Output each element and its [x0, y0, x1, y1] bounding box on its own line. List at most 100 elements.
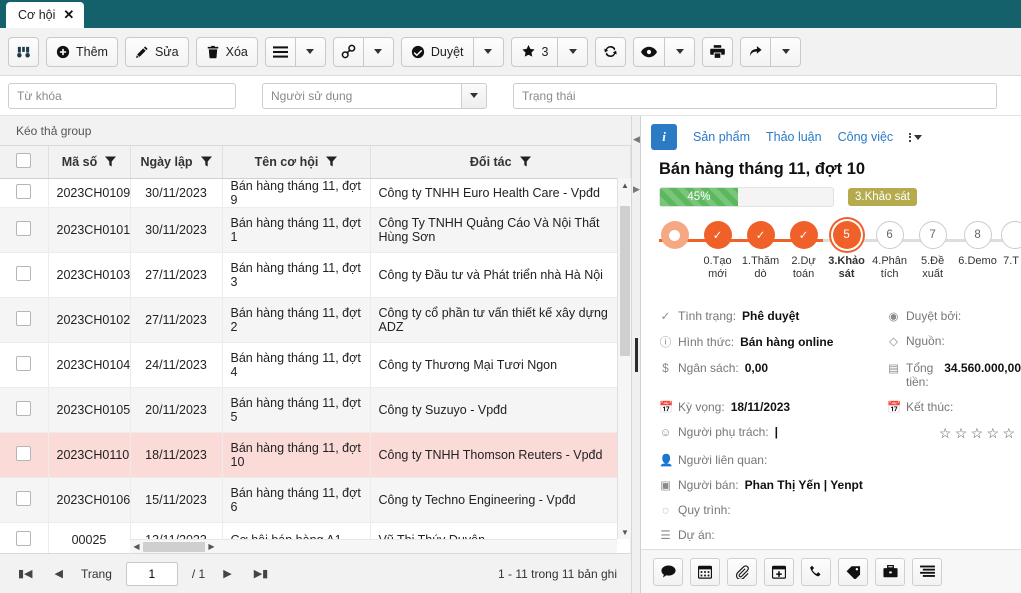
column-header-ma-so[interactable]: Mã số	[48, 146, 131, 179]
column-header-doi-tac[interactable]: Đối tác	[370, 146, 631, 179]
row-checkbox[interactable]	[16, 265, 32, 281]
preview-button[interactable]	[633, 36, 666, 67]
pane-splitter[interactable]: ◀ ▶	[632, 116, 641, 593]
menu-button[interactable]	[264, 36, 296, 67]
scroll-right-icon[interactable]: ▶	[205, 542, 218, 551]
row-checkbox-cell[interactable]	[0, 522, 49, 553]
approve-button[interactable]: Duyệt	[400, 36, 474, 67]
filter-icon[interactable]	[326, 156, 338, 167]
approve-dropdown-button[interactable]	[473, 36, 504, 67]
row-checkbox[interactable]	[16, 355, 32, 371]
scroll-down-icon[interactable]: ▼	[618, 525, 631, 539]
add-event-button[interactable]	[764, 557, 794, 586]
info-icon[interactable]: i	[651, 124, 677, 150]
row-checkbox-cell[interactable]	[0, 252, 49, 298]
horizontal-scroll-thumb[interactable]	[143, 541, 205, 552]
row-checkbox-cell[interactable]	[0, 477, 49, 523]
collapse-left-icon[interactable]: ◀	[633, 134, 640, 145]
call-button[interactable]	[801, 557, 831, 586]
select-all-checkbox[interactable]	[16, 152, 32, 168]
link-dropdown-button[interactable]	[363, 36, 394, 67]
row-checkbox-cell[interactable]	[0, 432, 49, 478]
row-checkbox-cell[interactable]	[0, 178, 49, 208]
scroll-left-icon[interactable]: ◀	[130, 542, 143, 551]
stepper-step-2[interactable]: ✓ 2.Dự toán	[782, 221, 825, 281]
user-input[interactable]	[262, 82, 461, 109]
list-button[interactable]	[912, 557, 942, 586]
table-row[interactable]: 2023CH0101 30/11/2023 Bán hàng tháng 11,…	[0, 207, 631, 253]
user-select[interactable]	[262, 82, 487, 109]
row-checkbox[interactable]	[16, 530, 32, 546]
stepper-step-7-clipped[interactable]: 7.T	[1001, 221, 1021, 281]
grid-vertical-scrollbar[interactable]: ▲ ▼	[617, 178, 631, 539]
stepper-step-3-current[interactable]: 5 3.Khảo sát	[825, 221, 868, 281]
stepper-step-start[interactable]	[653, 221, 696, 281]
row-checkbox-cell[interactable]	[0, 342, 49, 388]
row-checkbox-cell[interactable]	[0, 207, 49, 253]
link-button[interactable]	[332, 36, 364, 67]
row-checkbox[interactable]	[16, 183, 32, 199]
prev-page-icon[interactable]: ◀	[51, 567, 67, 580]
table-row-selected[interactable]: 2023CH0110 18/11/2023 Bán hàng tháng 11,…	[0, 432, 631, 478]
next-page-icon[interactable]: ▶	[219, 567, 235, 580]
delete-button[interactable]: Xóa	[195, 36, 258, 67]
row-checkbox[interactable]	[16, 400, 32, 416]
row-checkbox-cell[interactable]	[0, 297, 49, 343]
rating-star[interactable]: ☆	[1002, 425, 1015, 441]
tag-button[interactable]	[838, 557, 868, 586]
page-number-input[interactable]	[125, 561, 178, 586]
attachment-button[interactable]	[727, 557, 757, 586]
status-input[interactable]	[513, 82, 997, 109]
row-checkbox[interactable]	[16, 220, 32, 236]
tab-cong-viec[interactable]: Công việc	[838, 130, 894, 144]
preview-dropdown-button[interactable]	[665, 36, 696, 67]
search-button[interactable]	[8, 36, 39, 67]
vertical-scroll-thumb[interactable]	[620, 206, 630, 356]
favorite-button[interactable]: 3	[510, 36, 559, 67]
table-row[interactable]: 2023CH0103 27/11/2023 Bán hàng tháng 11,…	[0, 252, 631, 298]
rating-container[interactable]: ☆ ☆ ☆ ☆ ☆	[887, 425, 1021, 442]
table-row[interactable]: 2023CH0105 20/11/2023 Bán hàng tháng 11,…	[0, 387, 631, 433]
briefcase-button[interactable]	[875, 557, 905, 586]
rating-star[interactable]: ☆	[939, 425, 952, 441]
first-page-icon[interactable]: ▮◀	[14, 567, 37, 580]
print-button[interactable]	[702, 36, 734, 67]
stepper-step-5[interactable]: 7 5.Đề xuất	[911, 221, 954, 281]
row-checkbox[interactable]	[16, 310, 32, 326]
share-dropdown-button[interactable]	[771, 36, 802, 67]
table-row[interactable]: 2023CH0109 30/11/2023 Bán hàng tháng 11,…	[0, 178, 631, 208]
user-dropdown-button[interactable]	[461, 82, 487, 109]
stepper-step-4[interactable]: 6 4.Phân tích	[868, 221, 911, 281]
rating-star[interactable]: ☆	[955, 425, 968, 441]
refresh-button[interactable]	[595, 36, 627, 67]
tab-co-hoi[interactable]: Cơ hội ✕	[6, 2, 85, 28]
filter-icon[interactable]	[519, 156, 531, 167]
rating-star[interactable]: ☆	[987, 425, 1000, 441]
splitter-handle[interactable]	[635, 337, 638, 372]
column-header-ten-co-hoi[interactable]: Tên cơ hội	[222, 146, 371, 179]
table-row[interactable]: 2023CH0102 27/11/2023 Bán hàng tháng 11,…	[0, 297, 631, 343]
filter-icon[interactable]	[200, 156, 212, 167]
last-page-icon[interactable]: ▶▮	[250, 567, 273, 580]
column-header-ngay-lap[interactable]: Ngày lập	[130, 146, 223, 179]
stepper-step-1[interactable]: ✓ 1.Thăm dò	[739, 221, 782, 281]
table-row[interactable]: 2023CH0106 15/11/2023 Bán hàng tháng 11,…	[0, 477, 631, 523]
add-button[interactable]: Thêm	[46, 36, 118, 67]
comment-button[interactable]	[653, 557, 683, 586]
table-row[interactable]: 2023CH0104 24/11/2023 Bán hàng tháng 11,…	[0, 342, 631, 388]
row-checkbox[interactable]	[16, 490, 32, 506]
row-checkbox[interactable]	[16, 445, 32, 461]
close-icon[interactable]: ✕	[63, 7, 74, 23]
stepper-step-6[interactable]: 8 6.Demo	[954, 221, 1001, 281]
stepper-step-0[interactable]: ✓ 0.Tạo mới	[696, 221, 739, 281]
grid-horizontal-scrollbar[interactable]: ◀ ▶	[130, 539, 617, 553]
scroll-up-icon[interactable]: ▲	[618, 178, 631, 192]
edit-button[interactable]: Sửa	[124, 36, 189, 67]
collapse-right-icon[interactable]: ▶	[633, 184, 640, 195]
favorite-dropdown-button[interactable]	[558, 36, 589, 67]
tab-san-pham[interactable]: Sản phẩm	[693, 130, 750, 144]
detail-more-menu[interactable]	[909, 132, 923, 142]
column-header-select-all[interactable]	[0, 146, 49, 179]
tab-thao-luan[interactable]: Thảo luận	[766, 130, 822, 144]
keyword-input[interactable]	[8, 82, 236, 109]
